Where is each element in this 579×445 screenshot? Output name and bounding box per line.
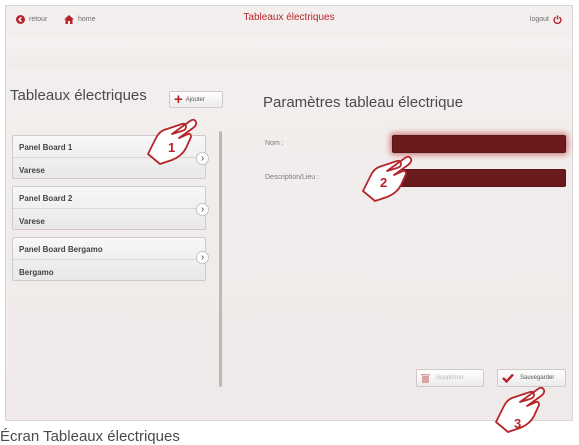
power-icon xyxy=(553,15,562,24)
list-item[interactable]: Panel Board 2 Varese xyxy=(12,186,206,230)
trash-icon xyxy=(421,374,430,383)
list-item[interactable]: Panel Board Bergamo Bergamo xyxy=(12,237,206,281)
panel-name: Panel Board 2 xyxy=(19,194,73,203)
panel-list-title: Tableaux électriques xyxy=(10,87,147,104)
pointer-hand-icon: 3 xyxy=(495,386,546,433)
description-label: Description/Lieu : xyxy=(265,174,320,181)
name-label: Nom : xyxy=(265,140,284,147)
callout-number: 2 xyxy=(380,175,387,190)
callout-number: 1 xyxy=(168,140,175,155)
pointer-hand-icon: 1 xyxy=(147,118,198,165)
delete-button[interactable]: Supprimer xyxy=(416,369,484,387)
add-label: Ajouter xyxy=(185,96,205,103)
panel-name: Panel Board Bergamo xyxy=(19,245,103,254)
plus-icon: + xyxy=(174,90,183,108)
panel-name: Panel Board 1 xyxy=(19,143,73,152)
panel-place: Bergamo xyxy=(19,268,54,277)
chevron-right-icon[interactable]: › xyxy=(196,203,209,216)
logout-label: logout xyxy=(529,16,549,23)
panel-place: Varese xyxy=(19,217,45,226)
logout-button[interactable]: logout xyxy=(530,15,562,24)
delete-label: Supprimer xyxy=(436,375,464,381)
figure-caption: Écran Tableaux électriques xyxy=(0,428,180,445)
form-title: Paramètres tableau électrique xyxy=(263,94,464,111)
divider xyxy=(13,208,205,209)
divider xyxy=(13,259,205,260)
list-scrollbar[interactable] xyxy=(219,131,222,387)
top-bar: retour home Tableaux électriques logout xyxy=(6,6,572,36)
callout-number: 3 xyxy=(514,416,521,431)
page-title: Tableaux électriques xyxy=(243,12,335,23)
header-band xyxy=(6,38,572,68)
pointer-hand-icon: 2 xyxy=(362,155,413,202)
chevron-right-icon[interactable]: › xyxy=(196,251,209,264)
panel-place: Varese xyxy=(19,166,45,175)
